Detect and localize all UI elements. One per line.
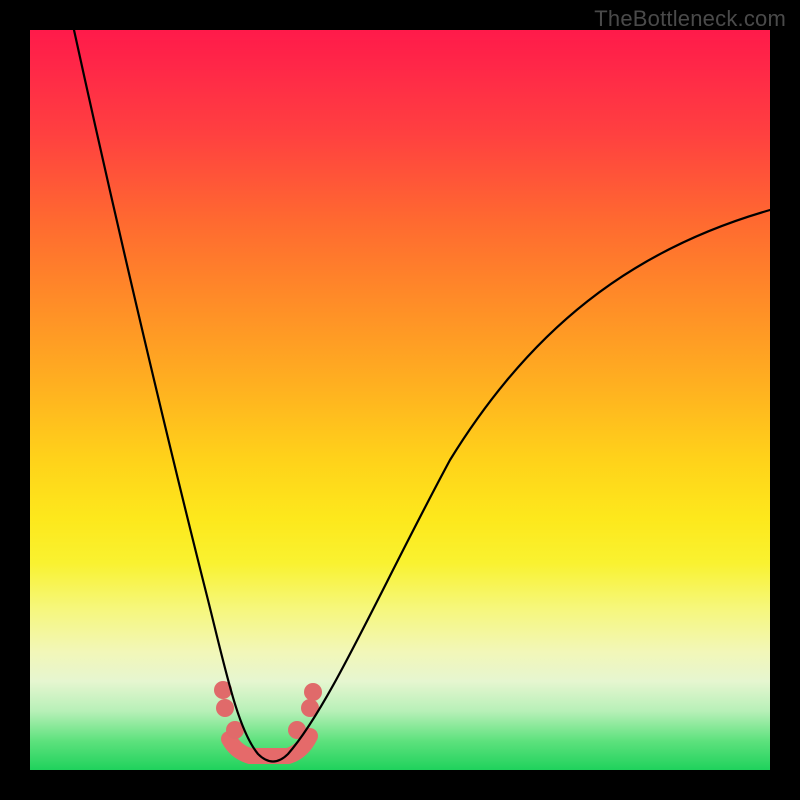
bottleneck-curve bbox=[74, 30, 770, 762]
marker-dot bbox=[288, 721, 306, 739]
chart-frame bbox=[30, 30, 770, 770]
chart-canvas bbox=[30, 30, 770, 770]
optimal-band bbox=[229, 736, 310, 756]
watermark-text: TheBottleneck.com bbox=[594, 6, 786, 32]
marker-dot bbox=[304, 683, 322, 701]
marker-dot bbox=[216, 699, 234, 717]
